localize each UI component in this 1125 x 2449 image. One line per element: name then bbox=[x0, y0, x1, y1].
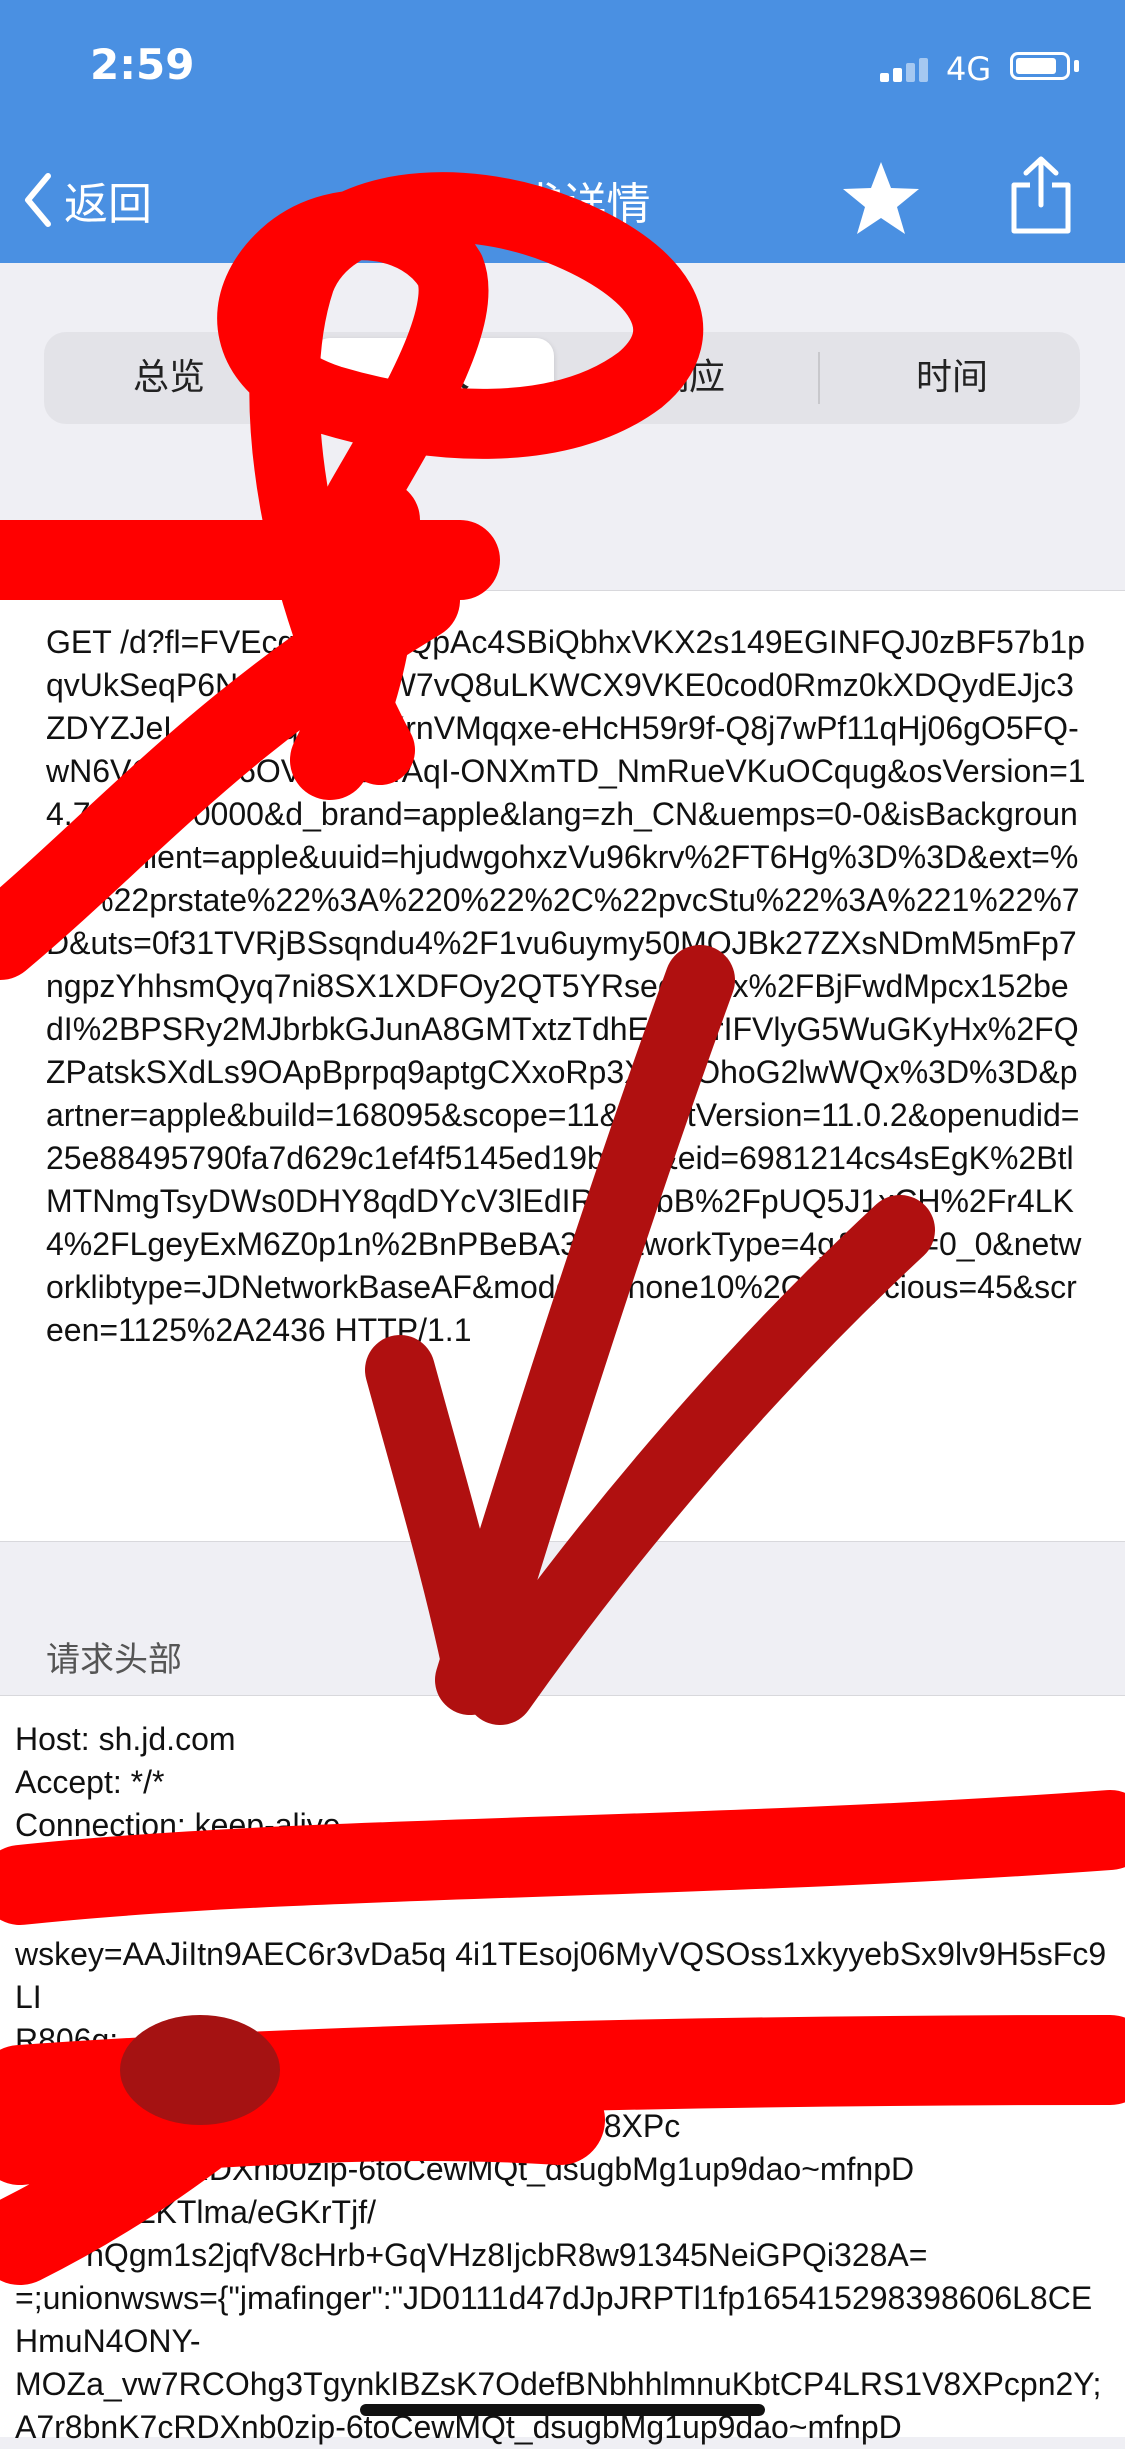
tab-request[interactable]: 请求 bbox=[312, 338, 554, 418]
request-line: GET /d?fl=FVEcqrZeTmoQpAc4SBiQbhxVKX2s14… bbox=[46, 624, 1086, 1348]
headers-section-title: 请求头部 bbox=[46, 1640, 182, 1680]
battery-tip bbox=[1074, 60, 1079, 72]
tab-response[interactable]: 响应 bbox=[564, 332, 814, 424]
header-line: nQgm1s2jqfV8cHrb+GqVHz8IjcbR8w91345NeiGP… bbox=[15, 2237, 928, 2273]
nav-bar: 2:59 4G 返回 请求详情 bbox=[0, 0, 1125, 263]
header-line: Host: sh.jd.com bbox=[15, 1721, 236, 1757]
segmented-tabs: 总览 请求 响应 时间 bbox=[44, 332, 1080, 424]
share-button[interactable] bbox=[1008, 155, 1074, 241]
tab-divider bbox=[818, 352, 820, 404]
header-line: J bbox=[15, 1850, 31, 1886]
header-line: C bbox=[15, 1893, 39, 1929]
header-line: =;unionwsws={"jmafinger":"JD0111d47dJpJR… bbox=[15, 2280, 1093, 2359]
tab-overview[interactable]: 总览 bbox=[44, 332, 294, 424]
signal-icon bbox=[880, 56, 932, 82]
headers-card: Host: sh.jd.com Accept: */* Connection: … bbox=[0, 1695, 1125, 2445]
header-line: R806q; bbox=[15, 2022, 119, 2058]
header-line: bNbhhlmnuKbtCP4LRS1V8XPc bbox=[15, 2108, 681, 2144]
tab-timing[interactable]: 时间 bbox=[824, 332, 1080, 424]
favorite-button[interactable] bbox=[840, 158, 922, 242]
network-type: 4G bbox=[946, 50, 992, 88]
home-indicator bbox=[360, 2404, 765, 2416]
page-title: 请求详情 bbox=[474, 179, 651, 230]
header-line: Connection: keep-alive bbox=[15, 1807, 341, 1843]
status-time: 2:59 bbox=[90, 40, 195, 89]
header-line: wskey=AAJiItn9AEC6r3vDa5q 4i1TEsoj06MyVQ… bbox=[15, 1936, 1107, 2015]
request-line-card: GET /d?fl=FVEcqrZeTmoQpAc4SBiQbhxVKX2s14… bbox=[0, 590, 1125, 1542]
header-line: Accept: */* bbox=[15, 1764, 165, 1800]
header-line: bmKgcRDXnb0zip-6toCewMQt_dsugbMg1up9dao~… bbox=[15, 2151, 915, 2187]
header-line bbox=[15, 2062, 1113, 2105]
header-line: cLuLKTlma/eGKrTjf/ bbox=[15, 2194, 376, 2230]
battery-icon bbox=[1010, 52, 1070, 80]
headers-list: Host: sh.jd.com Accept: */* Connection: … bbox=[15, 1718, 1113, 2449]
share-icon bbox=[1011, 156, 1071, 234]
star-icon bbox=[843, 162, 919, 234]
